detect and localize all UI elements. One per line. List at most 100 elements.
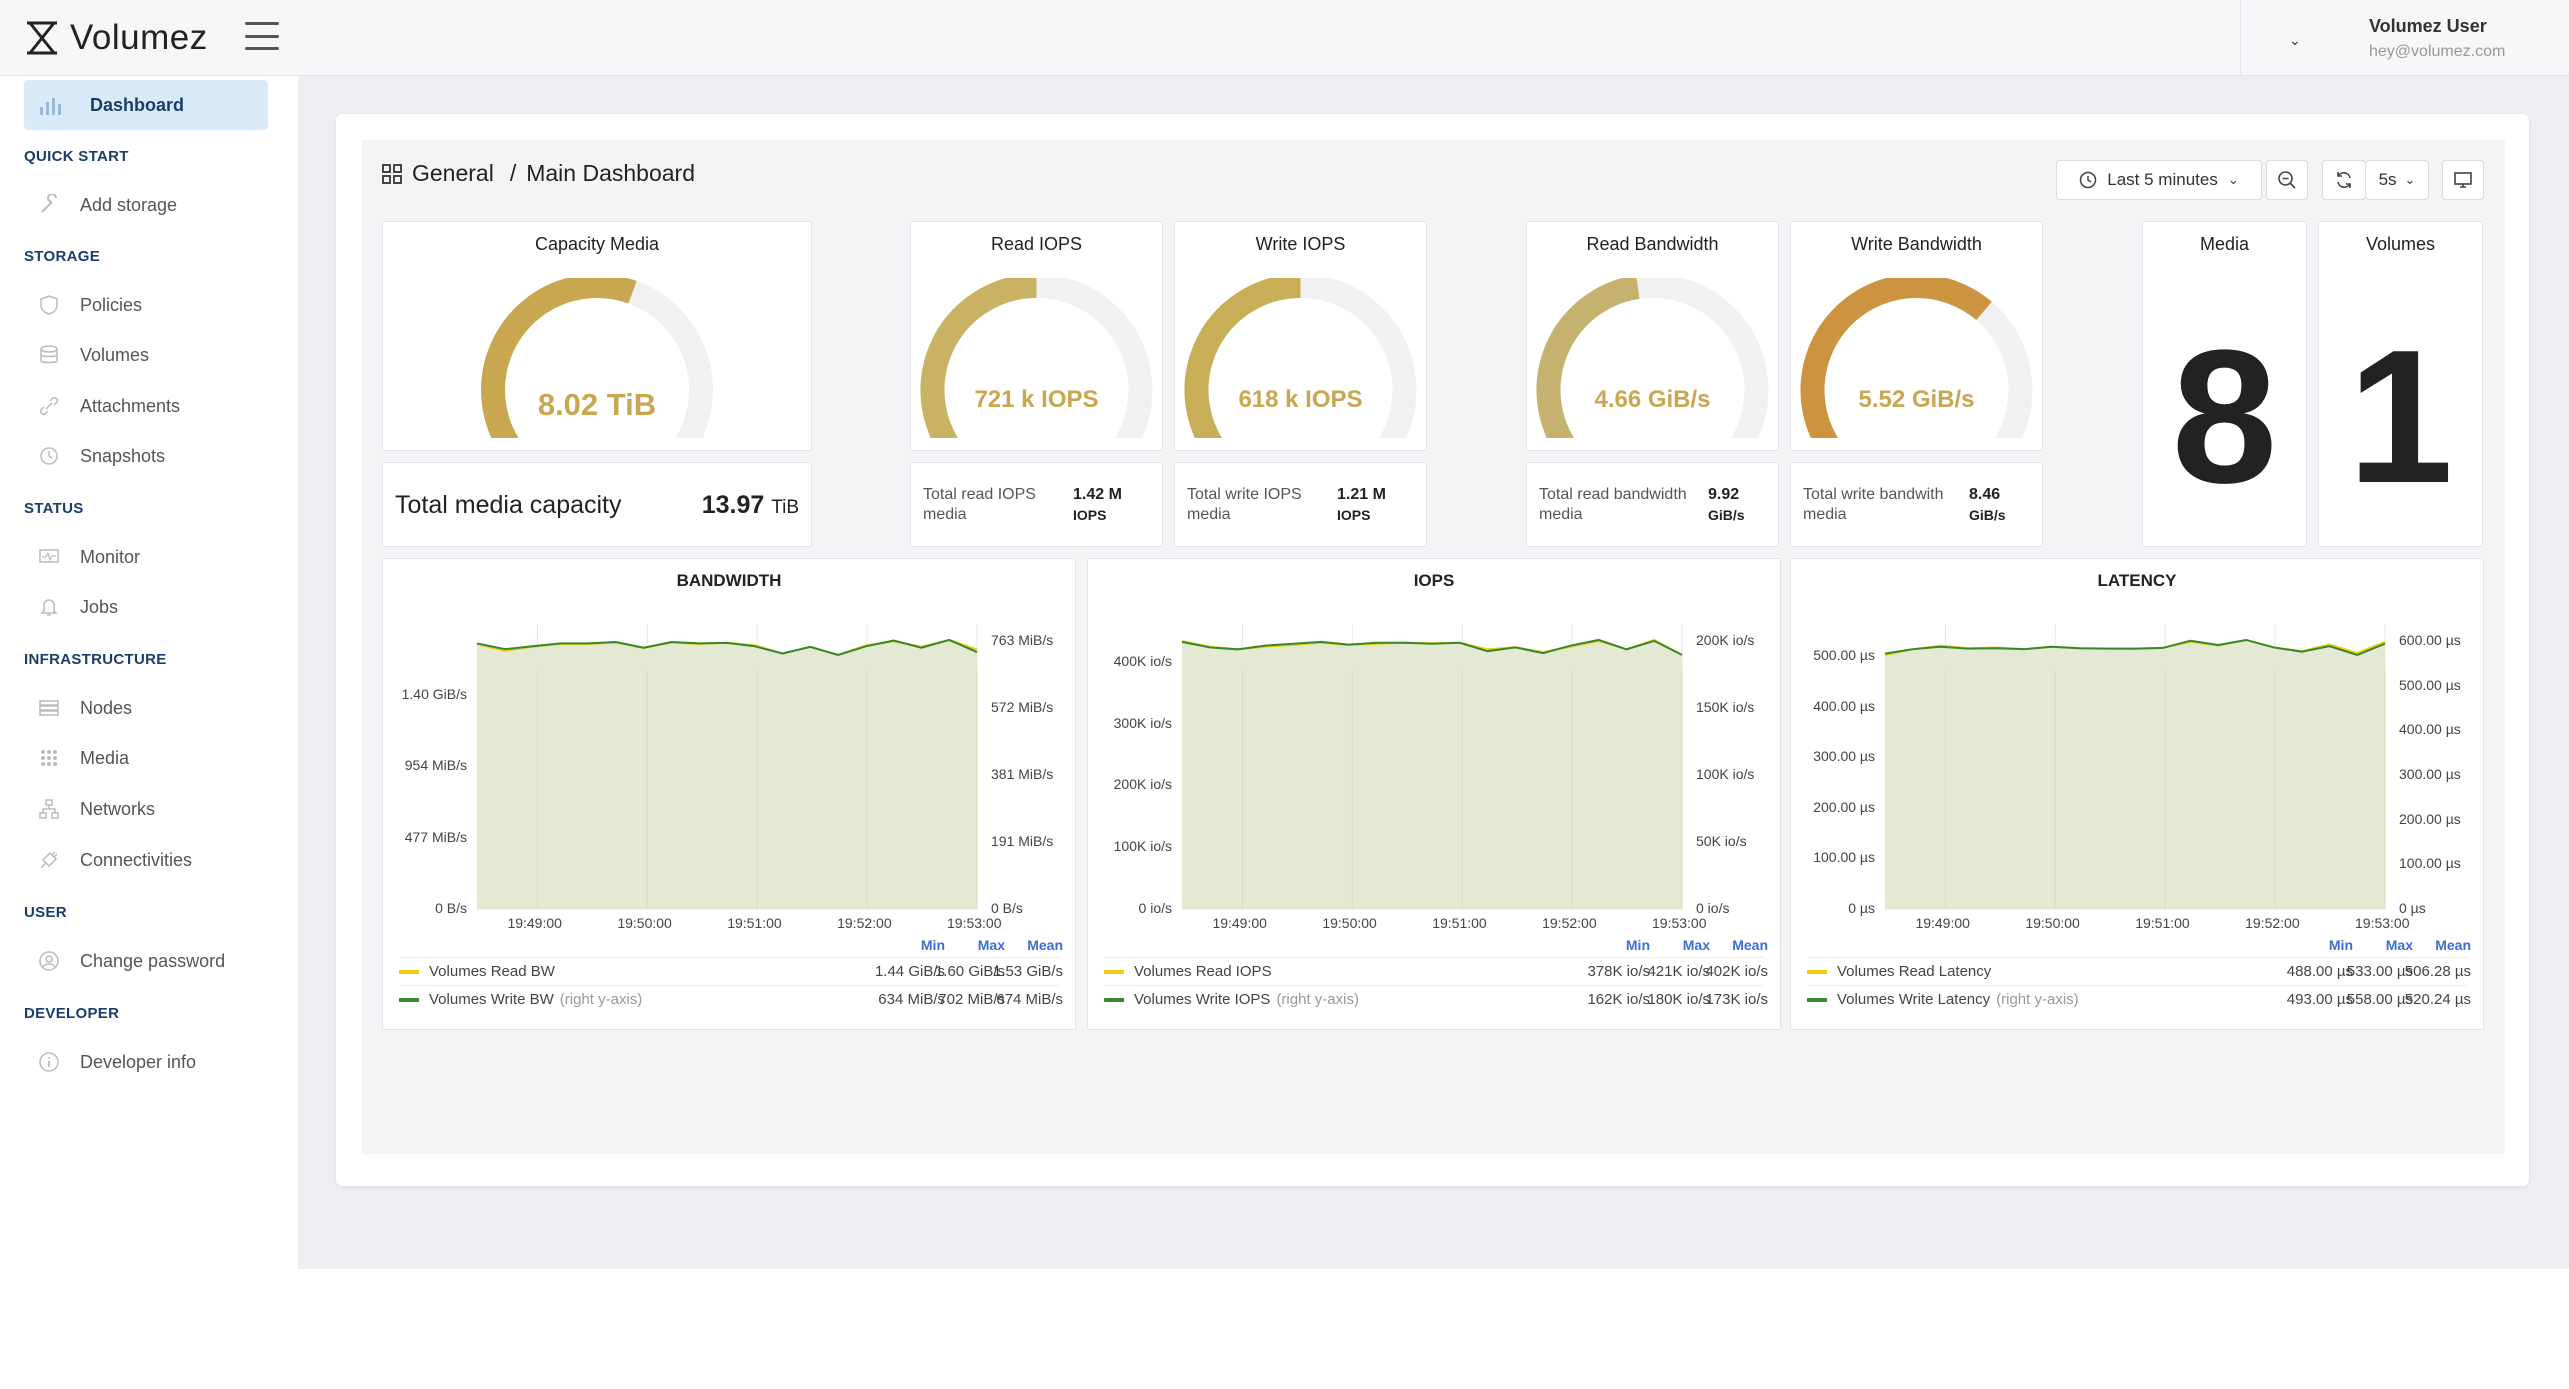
panel-media-count[interactable]: Media 8	[2142, 221, 2307, 547]
x-tick-label: 19:51:00	[1432, 915, 1487, 931]
y-right-tick-label: 500.00 µs	[2399, 676, 2461, 693]
user-menu[interactable]: ⌄ Volumez User hey@volumez.com	[2240, 0, 2569, 76]
legend-stat-value: 180K io/s	[1647, 991, 1710, 1008]
x-tick-label: 19:49:00	[1212, 915, 1267, 931]
refresh-button[interactable]	[2322, 160, 2366, 200]
panel-iops-chart[interactable]: IOPS 19:49:00 19:50:00 19:51:00 19:52:00 19:5…	[1087, 558, 1781, 1030]
gauge-value: 4.66 GiB/s	[1594, 386, 1711, 413]
y-right-tick-label: 200K io/s	[1696, 632, 1755, 648]
sidebar-item-attachments[interactable]: Attachments	[36, 391, 180, 421]
panel-total-write-iops[interactable]: Total write IOPS media 1.21 M IOPS	[1174, 462, 1427, 547]
y-right-tick-label: 150K io/s	[1696, 699, 1755, 715]
sidebar-item-networks[interactable]: Networks	[36, 794, 155, 824]
panel-write-bandwidth[interactable]: Write Bandwidth 5.52 GiB/s	[1790, 221, 2043, 451]
y-left-tick-label: 1.40 GiB/s	[401, 686, 467, 703]
time-range-picker[interactable]: Last 5 minutes ⌄	[2056, 160, 2262, 200]
stat-value: 8.46 GiB/s	[1969, 486, 2006, 523]
sidebar-item-change-password[interactable]: Change password	[36, 946, 225, 976]
panel-total-write-bandwidth[interactable]: Total write bandwith media 8.46 GiB/s	[1790, 462, 2043, 547]
legend-header: Mean	[1732, 937, 1768, 953]
breadcrumb-root[interactable]: General	[412, 160, 494, 187]
zoom-out-button[interactable]	[2266, 160, 2308, 200]
sidebar-item-monitor[interactable]: Monitor	[36, 542, 140, 572]
sidebar-item-volumes[interactable]: Volumes	[36, 340, 149, 370]
tv-mode-button[interactable]	[2442, 160, 2484, 200]
y-right-tick-label: 200.00 µs	[2399, 810, 2461, 827]
legend-stat-value: 173K io/s	[1705, 991, 1768, 1008]
legend-header: Min	[2328, 937, 2353, 953]
panel-read-bandwidth[interactable]: Read Bandwidth 4.66 GiB/s	[1526, 221, 1779, 451]
gauge-value: 8.02 TiB	[537, 387, 657, 422]
legend-axis-note: (right y-axis)	[559, 991, 643, 1008]
database-icon	[36, 342, 62, 368]
sidebar-item-connectivities[interactable]: Connectivities	[36, 845, 192, 875]
panel-read-iops[interactable]: Read IOPS 721 k IOPS	[910, 221, 1163, 451]
stat-label: Total read IOPS media	[923, 486, 1036, 523]
panel-capacity-media[interactable]: Capacity Media 8.02 TiB	[382, 221, 812, 451]
shield-icon	[36, 292, 62, 318]
y-right-tick-label: 100.00 µs	[2399, 855, 2461, 872]
y-right-tick-label: 300.00 µs	[2399, 766, 2461, 782]
y-left-tick-label: 100.00 µs	[1813, 849, 1875, 866]
zoom-out-icon	[2278, 171, 2296, 189]
sidebar-item-add-storage[interactable]: Add storage	[36, 190, 177, 220]
refresh-interval-label: 5s	[2378, 170, 2397, 189]
bell-icon	[36, 594, 62, 620]
panel-latency-chart[interactable]: LATENCY 19:49:00 19:50:00 19:51:00 19:52:00 1…	[1790, 558, 2484, 1030]
legend-series-name: Volumes Write IOPS	[1134, 991, 1271, 1008]
panel-bandwidth-chart[interactable]: BANDWIDTH 19:49:00 19:50:00 19:51:00 19:52:0…	[382, 558, 1076, 1030]
y-right-tick-label: 0 B/s	[991, 900, 1023, 916]
gauge-value: 618 k IOPS	[1238, 386, 1363, 413]
panel-title: Read IOPS	[990, 234, 1083, 254]
x-tick-label: 19:51:00	[727, 915, 782, 931]
legend-swatch	[1807, 969, 1827, 974]
refresh-interval-picker[interactable]: 5s ⌄	[2365, 160, 2429, 200]
panel-total-read-iops[interactable]: Total read IOPS media 1.42 M IOPS	[910, 462, 1163, 547]
chevron-down-icon: ⌄	[2404, 172, 2416, 187]
sidebar-item-label: Policies	[80, 294, 143, 315]
legend-stat-value: 162K io/s	[1587, 991, 1650, 1008]
breadcrumb: General / Main Dashboard	[382, 160, 695, 187]
panel-volumes-count[interactable]: Volumes 1	[2318, 221, 2483, 547]
x-tick-label: 19:52:00	[1542, 915, 1597, 931]
sidebar-item-jobs[interactable]: Jobs	[36, 592, 118, 622]
chevron-down-icon[interactable]: ⌄	[2289, 32, 2301, 49]
stat-number: 13.97	[701, 491, 765, 519]
legend-stat-value: 558.00 µs	[2346, 991, 2413, 1008]
x-tick-label: 19:50:00	[617, 915, 672, 931]
panel-write-iops[interactable]: Write IOPS 618 k IOPS	[1174, 221, 1427, 451]
x-tick-label: 19:53:00	[1652, 915, 1707, 931]
logo[interactable]: Volumez	[24, 18, 208, 58]
panel-total-media-capacity[interactable]: Total media capacity 13.97 TiB	[382, 462, 812, 547]
sidebar-item-policies[interactable]: Policies	[36, 290, 142, 320]
gauge-fill	[1800, 278, 1992, 438]
sidebar-item-media[interactable]: Media	[36, 743, 129, 773]
x-tick-label: 19:52:00	[837, 915, 892, 931]
top-bar: Volumez ⌄ Volumez User hey@volumez.com	[0, 0, 2569, 76]
y-left-tick-label: 0 B/s	[435, 900, 467, 916]
series-area	[1885, 639, 2385, 909]
x-tick-label: 19:53:00	[2355, 915, 2410, 931]
app-name: Volumez	[70, 18, 208, 57]
media-count: 8	[2171, 311, 2278, 523]
y-left-tick-label: 477 MiB/s	[404, 828, 467, 845]
sidebar-item-dashboard[interactable]: Dashboard	[24, 80, 268, 130]
legend-axis-note: (right y-axis)	[1996, 991, 2079, 1008]
legend-header: Mean	[1027, 937, 1063, 953]
sidebar-item-label: Monitor	[80, 546, 141, 567]
gauge-fill	[1184, 278, 1301, 438]
panel-total-read-bandwidth[interactable]: Total read bandwidth media 9.92 GiB/s	[1526, 462, 1779, 547]
legend-swatch	[399, 969, 419, 974]
stat-label: Total media capacity	[395, 491, 622, 519]
legend-series-name: Volumes Read Latency	[1837, 963, 1992, 980]
legend-series-name: Volumes Read BW	[429, 963, 555, 980]
clock-icon	[36, 443, 62, 469]
menu-toggle-icon[interactable]	[245, 22, 279, 50]
sidebar-item-nodes[interactable]: Nodes	[36, 693, 132, 723]
bar-chart-icon	[40, 98, 61, 115]
y-right-tick-label: 600.00 µs	[2399, 632, 2461, 648]
panel-title: Write IOPS	[1255, 234, 1346, 254]
sidebar-item-snapshots[interactable]: Snapshots	[36, 441, 165, 471]
sidebar-item-developer-info[interactable]: Developer info	[36, 1047, 196, 1077]
stat-value: 1.42 M IOPS	[1073, 486, 1122, 523]
